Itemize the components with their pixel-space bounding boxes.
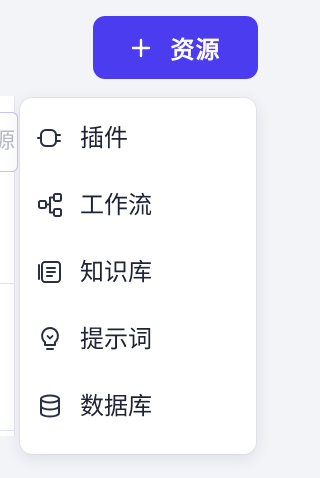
database-icon [35, 391, 65, 421]
menu-item-database[interactable]: 数据库 [20, 372, 256, 439]
menu-item-label: 数据库 [80, 391, 152, 420]
menu-item-workflow[interactable]: 工作流 [20, 171, 256, 238]
menu-item-knowledge-base[interactable]: 知识库 [20, 238, 256, 305]
workflow-icon [35, 190, 65, 220]
background-divider [0, 283, 14, 284]
background-search-text: 资源 [0, 129, 15, 155]
lightbulb-icon [35, 324, 65, 354]
add-resource-button[interactable]: 资源 [93, 16, 258, 79]
add-resource-label: 资源 [170, 36, 221, 64]
menu-item-label: 工作流 [80, 190, 152, 219]
background-search-input[interactable]: 资源 [0, 112, 18, 172]
plugin-icon [35, 123, 65, 153]
menu-item-plugin[interactable]: 插件 [20, 104, 256, 171]
menu-item-label: 知识库 [80, 257, 152, 286]
plus-icon [131, 38, 150, 57]
menu-item-prompt[interactable]: 提示词 [20, 305, 256, 372]
resource-type-menu: 插件 工作流 知识库 提示词 数据库 [20, 98, 256, 454]
background-divider [0, 430, 14, 431]
menu-item-label: 提示词 [80, 324, 152, 353]
knowledge-base-icon [35, 257, 65, 287]
menu-item-label: 插件 [80, 123, 128, 152]
